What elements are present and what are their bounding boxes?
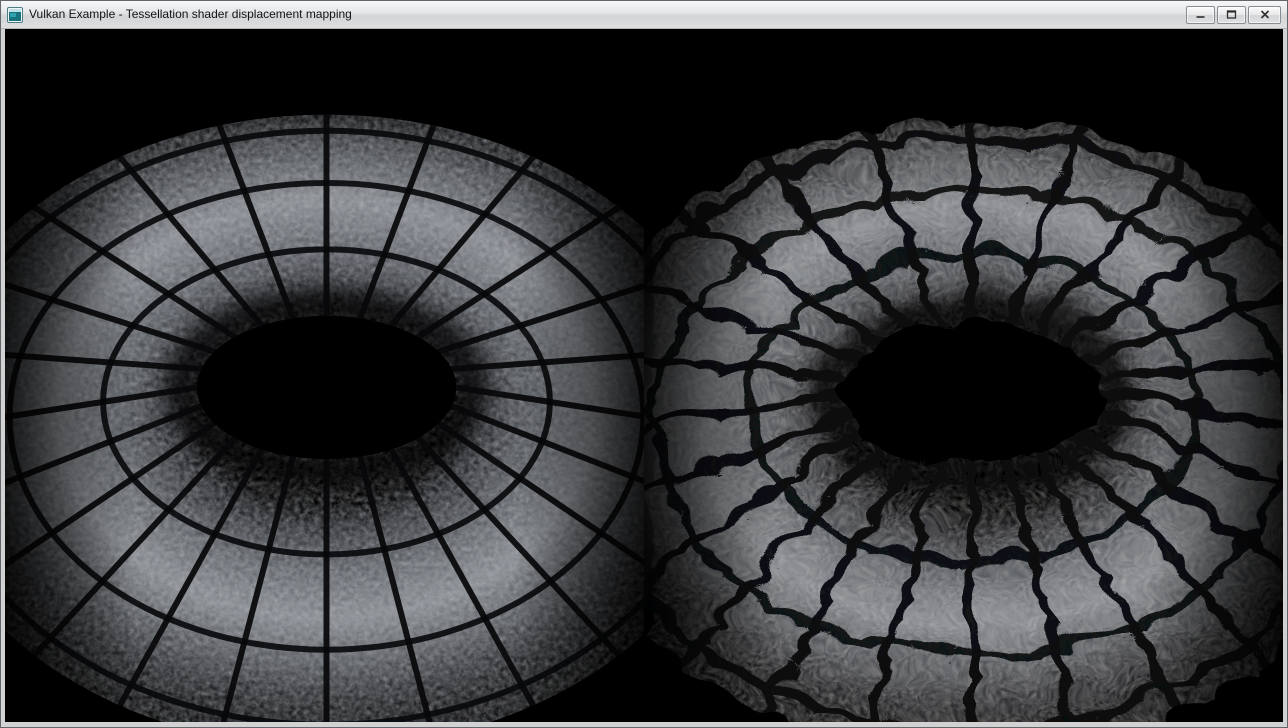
window-controls [1186, 6, 1281, 24]
minimize-icon [1195, 10, 1206, 19]
render-viewport[interactable] [5, 29, 1283, 722]
maximize-icon [1226, 10, 1237, 19]
window-frame [1, 29, 1287, 727]
close-button[interactable] [1248, 6, 1281, 24]
torus-render-right [644, 29, 1283, 722]
torus-render-left [5, 29, 644, 722]
window-title: Vulkan Example - Tessellation shader dis… [29, 1, 1180, 28]
maximize-button[interactable] [1217, 6, 1246, 24]
titlebar[interactable]: Vulkan Example - Tessellation shader dis… [1, 1, 1287, 29]
app-window: Vulkan Example - Tessellation shader dis… [0, 0, 1288, 728]
minimize-button[interactable] [1186, 6, 1215, 24]
app-icon [7, 7, 23, 23]
close-icon [1260, 10, 1270, 19]
